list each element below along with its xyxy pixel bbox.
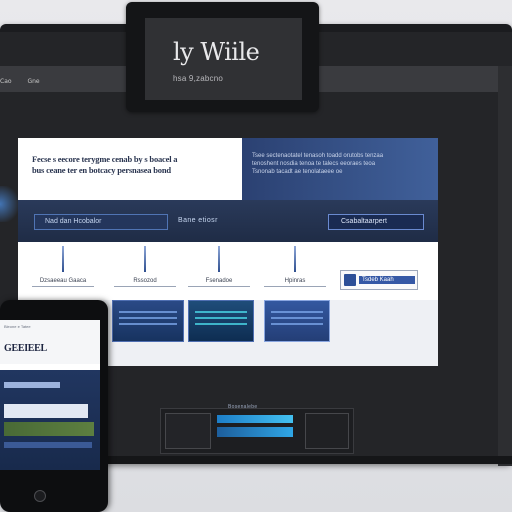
progress-bar [217, 415, 293, 423]
hero-headline-line: Fecse s eecore terygme cenab by s boacel… [32, 154, 178, 164]
phone-content [0, 370, 100, 470]
scrollbar[interactable] [498, 66, 512, 466]
phone-title: GEEIEEL [4, 343, 47, 354]
browser-nav: Cao Gne [0, 78, 54, 85]
info-card[interactable] [188, 300, 254, 342]
info-card[interactable] [264, 300, 330, 342]
feature-badge[interactable]: Tsdeb Kaah [340, 270, 418, 290]
feature-label: Fsenadoe [188, 278, 250, 287]
info-card[interactable] [112, 300, 184, 342]
cta-button[interactable]: Csabaltaarpert [328, 214, 424, 230]
phone-input-bar[interactable] [4, 404, 88, 418]
card-lines [195, 311, 247, 329]
feature-item[interactable]: Fsenadoe [188, 246, 250, 292]
feature-marker-icon [294, 246, 296, 272]
card-lines [271, 311, 323, 329]
phone-screen: Bleone e Tatee GEEIEEL [0, 320, 100, 470]
hero-description-line: Tsnonab tacadt ae tenolataeee oe [252, 169, 343, 175]
logo-card: ly Wiile hsa 9,zabcno [126, 2, 319, 112]
hero-description-line: tenoshent nosdia tenoa te talecs eeoraes… [252, 161, 376, 167]
dashboard-panel [160, 408, 354, 454]
browser-nav-item[interactable]: Cao [0, 78, 12, 85]
phone-nav[interactable]: Bleone e Tatee [4, 324, 100, 329]
strip-link[interactable]: Nad dan Hcobalor [34, 214, 168, 230]
phone-footer-bar [4, 442, 92, 448]
feature-marker-icon [144, 246, 146, 272]
hero-description: Tsee sectenaotatel tenasoh toadd orutobs… [242, 138, 438, 200]
feature-marker-icon [218, 246, 220, 272]
mobile-phone: Bleone e Tatee GEEIEEL [0, 300, 108, 512]
phone-heading-bar [4, 382, 60, 388]
progress-bar [217, 427, 293, 437]
feature-label: Rssozod [114, 278, 176, 287]
feature-item[interactable]: Dzsaeeau Gaaca [32, 246, 94, 292]
feature-badge-label: Tsdeb Kaah [359, 276, 415, 284]
hero-description-line: Tsee sectenaotatel tenasoh toadd orutobs… [252, 153, 384, 159]
brand-subtitle: hsa 9,zabcno [173, 74, 223, 83]
strip-text: Bane etiosr [178, 217, 218, 224]
browser-nav-item[interactable]: Gne [27, 78, 39, 85]
feature-label: Hpinras [264, 278, 326, 287]
feature-label: Dzsaeeau Gaaca [32, 278, 94, 287]
feature-item[interactable]: Rssozod [114, 246, 176, 292]
logo-panel: ly Wiile hsa 9,zabcno [145, 18, 302, 100]
square-icon [344, 274, 356, 286]
hero-headline: Fecse s eecore terygme cenab by s boacel… [18, 138, 242, 200]
feature-marker-icon [62, 246, 64, 272]
navigation-strip: Nad dan Hcobalor Bane etiosr Csabaltaarp… [18, 200, 438, 242]
dashboard-box [305, 413, 349, 449]
phone-image-bar [4, 422, 94, 436]
dashboard-box [165, 413, 211, 449]
card-lines [119, 311, 177, 329]
feature-item[interactable]: Hpinras [264, 246, 326, 292]
hero-headline-line: bus ceane ter en botcacy persnasea bond [32, 165, 171, 175]
features-section: Dzsaeeau Gaaca Rssozod Fsenadoe Hpinras … [18, 242, 438, 300]
phone-header: Bleone e Tatee GEEIEEL [0, 320, 100, 364]
brand-title: ly Wiile [173, 38, 260, 66]
home-button-icon[interactable] [34, 490, 46, 502]
